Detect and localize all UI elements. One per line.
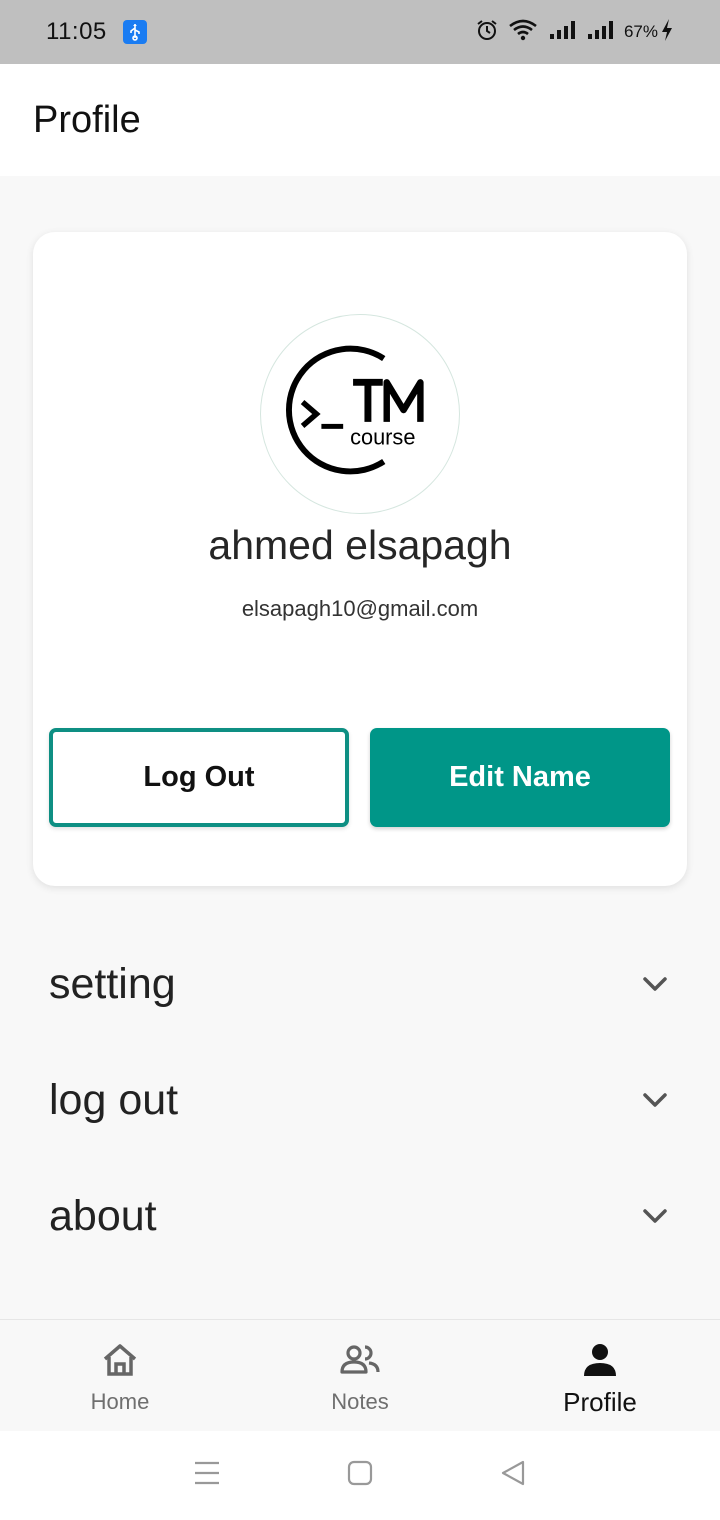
back-icon[interactable] — [499, 1459, 527, 1492]
user-email: elsapagh10@gmail.com — [241, 596, 479, 621]
charging-icon — [660, 18, 674, 47]
system-nav-bar — [0, 1431, 720, 1520]
home-button-icon[interactable] — [347, 1460, 373, 1491]
status-icons: 67% — [476, 18, 674, 47]
expand-item-about[interactable]: about — [0, 1158, 720, 1274]
nav-item-profile[interactable]: Profile — [480, 1320, 720, 1431]
svg-text:course: course — [350, 425, 415, 450]
chevron-down-icon[interactable] — [640, 969, 670, 999]
signal-icon — [548, 19, 576, 46]
profile-card: course ahmed elsapagh elsapagh10@gmail.c… — [33, 232, 687, 886]
edit-name-button[interactable]: Edit Name — [370, 728, 670, 827]
menu-icon[interactable] — [193, 1460, 221, 1491]
status-bar: 11:05 67% — [0, 0, 720, 64]
signal-icon — [586, 19, 614, 46]
chevron-down-icon[interactable] — [640, 1085, 670, 1115]
logout-button[interactable]: Log Out — [49, 728, 349, 827]
nav-item-home[interactable]: Home — [0, 1320, 240, 1431]
home-icon — [100, 1342, 140, 1383]
avatar: course — [260, 314, 460, 514]
expand-item-label: setting — [49, 959, 176, 1008]
people-icon — [339, 1342, 381, 1383]
app-bar: Profile — [0, 64, 720, 176]
usb-icon — [122, 20, 147, 44]
nav-item-notes[interactable]: Notes — [240, 1320, 480, 1431]
bottom-nav: Home Notes Profile — [0, 1319, 720, 1431]
user-name: ahmed elsapagh — [208, 522, 512, 568]
nav-label: Home — [90, 1389, 150, 1414]
battery-level: 67% — [623, 22, 658, 41]
nav-label: Profile — [563, 1387, 637, 1417]
person-icon — [580, 1342, 620, 1383]
expand-item-label: about — [49, 1191, 157, 1240]
alarm-icon — [476, 19, 498, 46]
tm-course-logo: course — [286, 345, 424, 475]
nav-label: Notes — [331, 1389, 389, 1414]
expand-item-label: log out — [49, 1075, 179, 1124]
expand-item-log-out[interactable]: log out — [0, 1042, 720, 1158]
page-title: Profile — [33, 98, 141, 141]
chevron-down-icon[interactable] — [640, 1201, 670, 1231]
status-time: 11:05 — [46, 18, 107, 45]
wifi-icon — [508, 19, 538, 46]
expand-item-setting[interactable]: setting — [0, 926, 720, 1042]
